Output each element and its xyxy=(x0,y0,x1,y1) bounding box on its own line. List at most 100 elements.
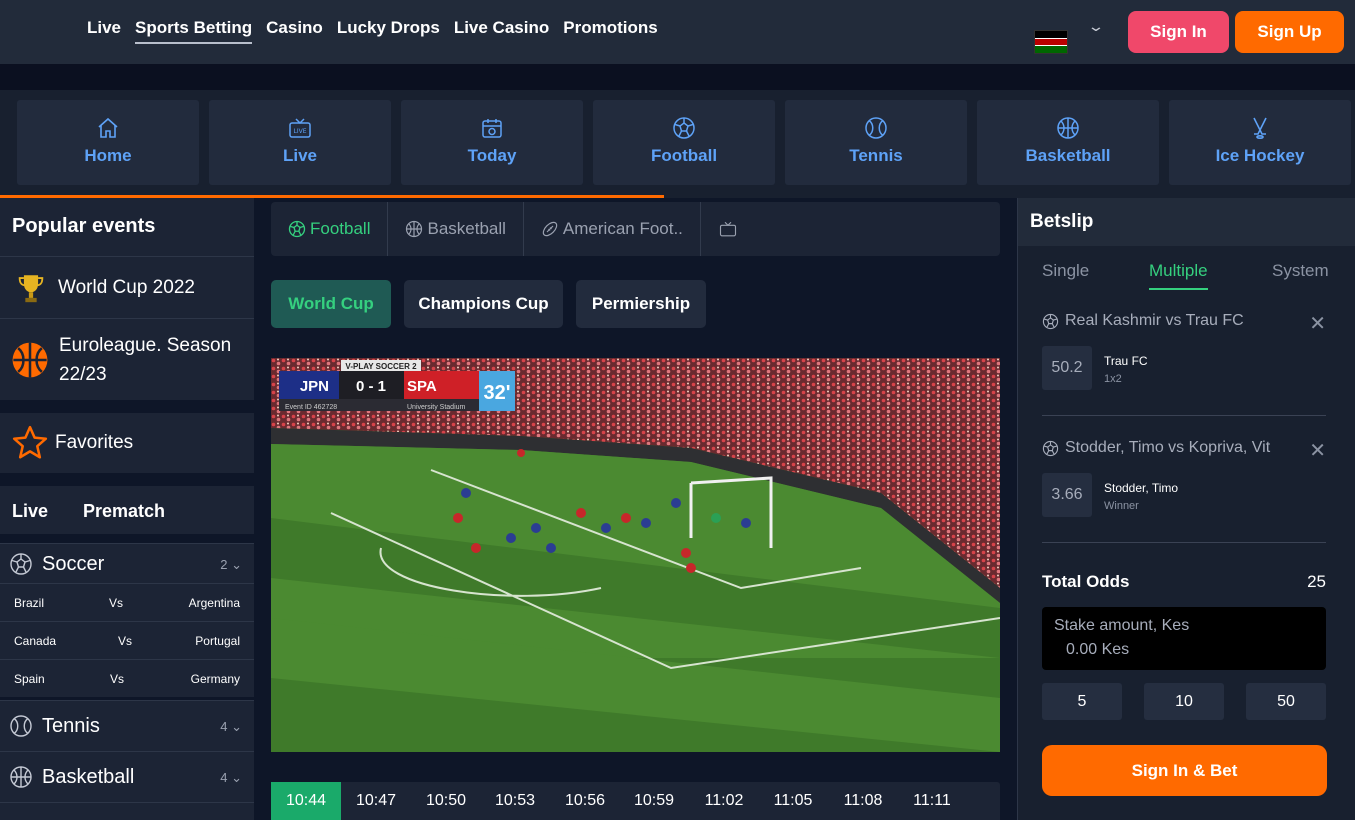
sport-count: 2 ⌄ xyxy=(220,557,242,573)
sport-basketball[interactable]: Basketball 4 ⌄ xyxy=(0,751,254,802)
match-away: Argentina xyxy=(188,596,240,610)
event-label: Euroleague. Season 22/23 xyxy=(59,334,232,385)
basketball-icon xyxy=(406,220,423,238)
sport-tabs: Football Basketball American Foot.. xyxy=(271,202,1000,256)
match-away: Portugal xyxy=(195,634,240,648)
tab-basketball[interactable]: Basketball xyxy=(388,202,524,256)
scoreboard-away: SPA xyxy=(407,378,437,395)
selection-market: Winner xyxy=(1104,500,1139,512)
tennis-ball-icon xyxy=(10,715,32,737)
time-slot[interactable]: 11:11 xyxy=(897,782,967,820)
sport-more[interactable] xyxy=(0,802,254,820)
race-times-bar: 10:44 10:47 10:50 10:53 10:56 10:59 11:0… xyxy=(271,782,1000,820)
sport-soccer[interactable]: Soccer 2 ⌄ xyxy=(0,543,254,583)
hockey-sticks-icon xyxy=(1253,117,1267,139)
selection-title: Stodder, Timo vs Kopriva, Vit xyxy=(1042,439,1270,457)
time-slot[interactable]: 10:44 xyxy=(271,782,341,820)
sign-in-and-bet-button[interactable]: Sign In & Bet xyxy=(1042,745,1327,796)
chip-champions-cup[interactable]: Champions Cup xyxy=(404,280,563,328)
stake-input[interactable]: Stake amount, Kes 0.00 Kes xyxy=(1042,607,1326,670)
nav-sports-betting[interactable]: Sports Betting xyxy=(135,18,253,44)
live-video-stream[interactable]: V-PLAY SOCCER 2 JPN 0 - 1 SPA 32' Event … xyxy=(271,358,1000,752)
euroleague-logo-icon xyxy=(12,342,48,377)
close-icon[interactable]: ✕ xyxy=(1309,311,1326,336)
sport-tennis[interactable]: Tennis 4 ⌄ xyxy=(0,700,254,751)
chevron-down-icon[interactable]: ⌄ xyxy=(231,770,242,785)
time-slot[interactable]: 11:08 xyxy=(828,782,898,820)
live-prematch-tabs: Live Prematch xyxy=(0,486,254,534)
chip-permiership[interactable]: Permiership xyxy=(576,280,706,328)
divider xyxy=(1042,542,1326,543)
scoreboard-home: JPN xyxy=(300,378,329,395)
selection-match: Stodder, Timo vs Kopriva, Vit xyxy=(1065,439,1271,456)
category-ice-hockey[interactable]: Ice Hockey xyxy=(1169,100,1351,185)
time-slot[interactable]: 11:05 xyxy=(758,782,828,820)
nav-promotions[interactable]: Promotions xyxy=(563,18,657,44)
event-euroleague[interactable]: Euroleague. Season 22/23 xyxy=(0,318,254,400)
event-label: World Cup 2022 xyxy=(58,276,195,298)
home-icon xyxy=(98,117,118,138)
match-row[interactable]: Brazil Vs Argentina xyxy=(0,583,254,621)
category-home[interactable]: Home xyxy=(17,100,199,185)
sign-up-button[interactable]: Sign Up xyxy=(1235,11,1344,53)
match-row[interactable]: Spain Vs Germany xyxy=(0,659,254,697)
selection-pick: Trau FC xyxy=(1104,354,1148,368)
nav-lucky-drops[interactable]: Lucky Drops xyxy=(337,18,440,44)
kenya-flag-icon[interactable] xyxy=(1034,30,1068,54)
close-icon[interactable]: ✕ xyxy=(1309,438,1326,463)
soccer-ball-icon xyxy=(10,553,32,575)
chevron-down-icon[interactable]: ⌄ xyxy=(1087,18,1105,35)
time-slot[interactable]: 10:53 xyxy=(480,782,550,820)
category-today[interactable]: Today xyxy=(401,100,583,185)
sport-count-value: 2 xyxy=(220,557,228,572)
tennis-ball-icon xyxy=(865,117,887,139)
category-football[interactable]: Football xyxy=(593,100,775,185)
quick-stake-button[interactable]: 10 xyxy=(1144,683,1224,720)
tab-label: Basketball xyxy=(427,219,506,238)
tab-multiple[interactable]: Multiple xyxy=(1149,261,1208,290)
time-slot[interactable]: 11:02 xyxy=(689,782,759,820)
basketball-icon xyxy=(1057,117,1079,139)
stake-value: 0.00 Kes xyxy=(1066,641,1130,658)
match-row[interactable]: Canada Vs Portugal xyxy=(0,621,254,659)
quick-stake-button[interactable]: 50 xyxy=(1246,683,1326,720)
top-bar: Live Sports Betting Casino Lucky Drops L… xyxy=(0,0,1355,64)
category-live[interactable]: LIVE Live xyxy=(209,100,391,185)
tab-single[interactable]: Single xyxy=(1042,261,1089,281)
live-tv-icon xyxy=(719,221,736,237)
event-world-cup[interactable]: World Cup 2022 xyxy=(0,256,254,318)
category-tennis[interactable]: Tennis xyxy=(785,100,967,185)
total-odds-label: Total Odds xyxy=(1042,572,1130,591)
time-slot[interactable]: 10:50 xyxy=(411,782,481,820)
favorites-item[interactable]: Favorites xyxy=(0,413,254,473)
tab-live-tv[interactable] xyxy=(701,202,759,256)
chip-world-cup[interactable]: World Cup xyxy=(271,280,391,328)
chevron-down-icon[interactable]: ⌄ xyxy=(231,719,242,734)
total-odds-value: 25 xyxy=(1307,572,1326,591)
tab-live[interactable]: Live xyxy=(12,501,48,522)
scoreboard-event-id: Event ID 462728 xyxy=(285,404,337,411)
live-tv-icon: LIVE xyxy=(289,118,311,138)
category-label: Football xyxy=(650,146,718,165)
tab-label: American Foot.. xyxy=(562,219,683,238)
selection-market: 1x2 xyxy=(1104,373,1122,385)
tab-prematch[interactable]: Prematch xyxy=(83,501,165,522)
sport-count: 4 ⌄ xyxy=(220,719,242,735)
betslip-tabs: Single Multiple System xyxy=(1018,246,1355,292)
tab-american-football[interactable]: American Foot.. xyxy=(524,202,701,256)
match-home: Brazil xyxy=(14,596,45,610)
tab-system[interactable]: System xyxy=(1272,261,1329,281)
nav-casino[interactable]: Casino xyxy=(266,18,323,44)
tab-football[interactable]: Football xyxy=(271,202,389,256)
quick-stake-button[interactable]: 5 xyxy=(1042,683,1122,720)
nav-live[interactable]: Live xyxy=(87,18,121,44)
chevron-down-icon[interactable]: ⌄ xyxy=(231,557,242,572)
time-slot[interactable]: 10:47 xyxy=(341,782,411,820)
nav-live-casino[interactable]: Live Casino xyxy=(454,18,549,44)
sign-in-button[interactable]: Sign In xyxy=(1128,11,1229,53)
match-vs: Vs xyxy=(110,672,125,686)
time-slot[interactable]: 10:56 xyxy=(550,782,620,820)
category-basketball[interactable]: Basketball xyxy=(977,100,1159,185)
time-slot[interactable]: 10:59 xyxy=(619,782,689,820)
betslip-title: Betslip xyxy=(1018,198,1355,246)
